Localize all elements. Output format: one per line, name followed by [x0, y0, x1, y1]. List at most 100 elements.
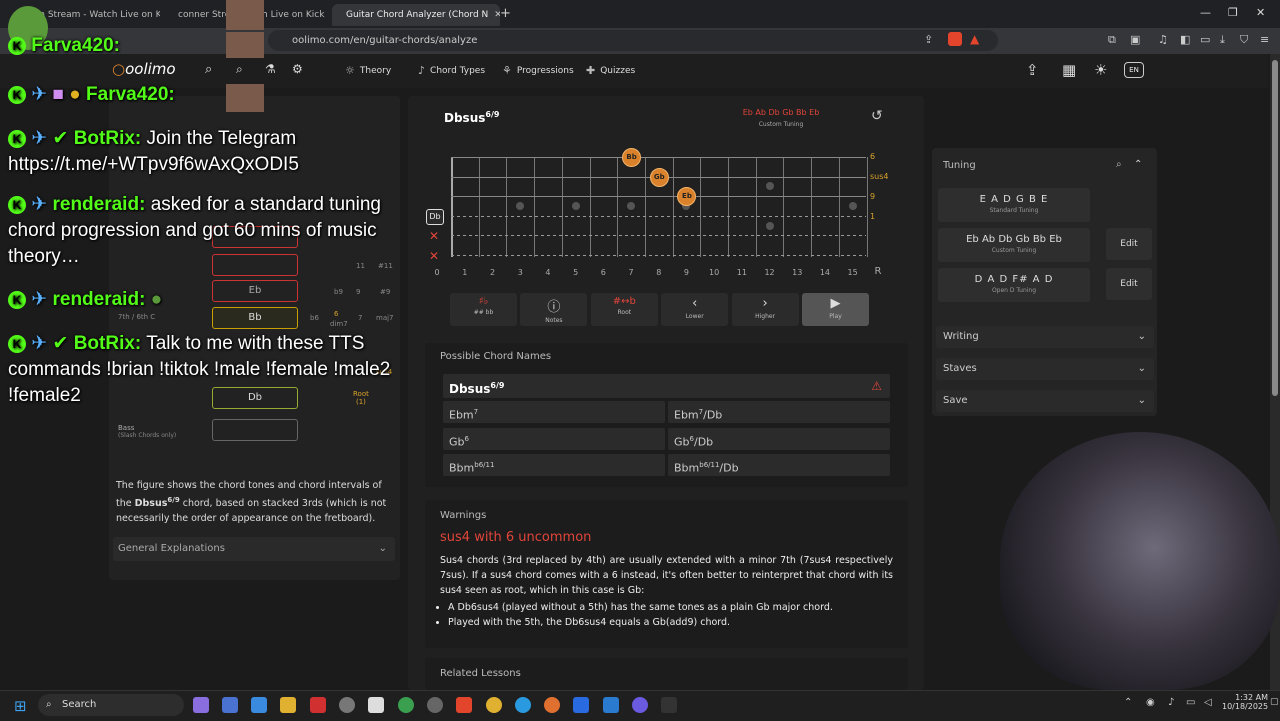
app-icon[interactable]: [573, 697, 589, 713]
nav-quizzes[interactable]: ✚ Quizzes: [586, 64, 635, 77]
app-icon[interactable]: [661, 697, 677, 713]
nav-theory[interactable]: ☼ Theory: [345, 64, 391, 77]
url-field[interactable]: oolimo.com/en/guitar-chords/analyze: [268, 30, 998, 51]
discord-icon[interactable]: [632, 697, 648, 713]
nav-chord-types[interactable]: ♪ Chord Types: [418, 64, 485, 77]
menu-icon[interactable]: ≡: [1260, 33, 1269, 46]
wallet-icon[interactable]: ▭: [1200, 33, 1210, 46]
edit-button[interactable]: Edit: [1106, 268, 1152, 300]
close-window-icon[interactable]: ✕: [1256, 6, 1265, 19]
fret-number: 10: [709, 268, 720, 277]
play-icon: ▶: [830, 296, 841, 311]
chord-name-base: Ebm: [674, 408, 699, 422]
app-icon[interactable]: [398, 697, 414, 713]
nav-progressions[interactable]: ⚘ Progressions: [502, 64, 574, 77]
sword-badge-icon: ✈: [31, 333, 48, 354]
extensions-icon[interactable]: ⧉: [1108, 33, 1116, 47]
general-explanations-toggle[interactable]: General Explanations ⌄: [113, 537, 395, 561]
upload-icon[interactable]: ⇪: [1026, 61, 1039, 79]
analyze-icon[interactable]: ⌕: [236, 62, 243, 77]
app-icon[interactable]: [193, 697, 209, 713]
tuning-option[interactable]: E A D G B E Standard Tuning: [938, 188, 1090, 222]
library-icon[interactable]: ▦: [1062, 61, 1076, 79]
brightness-icon[interactable]: ☀: [1094, 61, 1107, 79]
download-icon[interactable]: ⤓: [1220, 33, 1225, 47]
accordion-writing[interactable]: Writing ⌄: [936, 326, 1154, 348]
edge-icon[interactable]: [515, 697, 531, 713]
app-icon[interactable]: [310, 697, 326, 713]
toolbar-button-sharp-flat[interactable]: ♯♭ ## bb: [450, 293, 517, 326]
music-icon[interactable]: ♫: [1158, 33, 1168, 46]
tuning-option[interactable]: Eb Ab Db Gb Bb Eb Custom Tuning: [938, 228, 1090, 262]
brave-shield-icon[interactable]: [948, 32, 962, 46]
site-logo[interactable]: ○oolimo: [112, 60, 176, 78]
tuning-option[interactable]: D A D F# A D Open D Tuning: [938, 268, 1090, 302]
chord-name-option[interactable]: Gb6: [443, 427, 665, 450]
minimize-icon[interactable]: —: [1200, 6, 1211, 19]
chord-name-option[interactable]: Gb6/Db: [668, 427, 890, 450]
brave-rewards-icon[interactable]: ▲: [970, 32, 979, 46]
toolbar-button-root[interactable]: #↔b Root: [590, 293, 658, 326]
toolbar-button-play[interactable]: ▶ Play: [802, 293, 869, 326]
network-icon[interactable]: ▭: [1186, 697, 1195, 708]
share-icon[interactable]: ⇪: [924, 33, 933, 46]
folder-icon[interactable]: [280, 697, 296, 713]
vscode-icon[interactable]: [603, 697, 619, 713]
window-icon[interactable]: ▣: [1130, 33, 1140, 46]
mic-icon[interactable]: ♪: [1168, 697, 1174, 708]
browser-tab[interactable]: conner Stre: [172, 4, 230, 26]
browser-tab[interactable]: h Live on Kick: [262, 4, 328, 26]
muted-string-icon[interactable]: ✕: [429, 249, 439, 263]
open-string-marker[interactable]: Db: [426, 209, 444, 225]
clock[interactable]: 1:32 AM 10/18/2025: [1222, 693, 1268, 711]
language-button[interactable]: EN: [1124, 62, 1144, 78]
puzzle-icon: ✚: [586, 64, 596, 77]
maximize-icon[interactable]: ❐: [1228, 6, 1238, 19]
brave-icon[interactable]: [456, 697, 472, 713]
taskbar-search[interactable]: ⌕ Search: [38, 694, 184, 716]
fretboard-icon[interactable]: ⚙: [292, 62, 303, 76]
muted-string-icon[interactable]: ✕: [429, 229, 439, 243]
search-icon[interactable]: ⌕: [205, 62, 212, 77]
app-icon[interactable]: [222, 697, 238, 713]
browser-tab-active[interactable]: Guitar Chord Analyzer (Chord N ✕: [332, 4, 500, 26]
fretboard-note[interactable]: Gb: [649, 167, 669, 187]
sidebar-icon[interactable]: ◧: [1180, 33, 1190, 46]
chord-name-option[interactable]: Ebm7/Db: [668, 401, 890, 423]
reset-icon[interactable]: ↺: [871, 108, 883, 124]
new-tab-icon[interactable]: +: [500, 6, 511, 21]
fretboard-note[interactable]: Bb: [622, 148, 642, 167]
accordion-save[interactable]: Save ⌄: [936, 390, 1154, 412]
search-icon[interactable]: ⌕: [1116, 159, 1122, 170]
app-icon[interactable]: [427, 697, 443, 713]
vpn-icon[interactable]: ⛉: [1240, 33, 1248, 47]
toolbar-button-chevron-right[interactable]: › Higher: [731, 293, 799, 326]
firefox-icon[interactable]: [544, 697, 560, 713]
chevron-up-icon[interactable]: ⌃: [1134, 159, 1142, 170]
app-icon[interactable]: [251, 697, 267, 713]
chord-name-option[interactable]: Bbmb6/11/Db: [668, 454, 890, 476]
toolbar-button-label: Root: [617, 309, 632, 316]
chord-name-bass: /Db: [693, 435, 714, 449]
chrome-icon[interactable]: [486, 697, 502, 713]
toolbar-button-chevron-left[interactable]: ‹ Lower: [661, 293, 729, 326]
chord-name-option[interactable]: Ebm7: [443, 401, 665, 423]
chord-tone-slot[interactable]: Eb: [212, 280, 298, 302]
toolbar-button-info[interactable]: ⓘ Notes: [520, 293, 588, 326]
app-icon[interactable]: [339, 697, 355, 713]
notification-icon[interactable]: ▢: [1270, 697, 1279, 707]
volume-icon[interactable]: ◁: [1204, 697, 1212, 708]
chevron-down-icon: ⌄: [1137, 363, 1146, 374]
flask-icon[interactable]: ⚗: [265, 62, 276, 76]
scrollbar-thumb[interactable]: [1272, 60, 1278, 396]
app-icon[interactable]: [368, 697, 384, 713]
chord-name-main[interactable]: Dbsus6/9 ⚠: [443, 374, 890, 398]
tray-app-icon[interactable]: ◉: [1146, 697, 1155, 708]
edit-button[interactable]: Edit: [1106, 228, 1152, 260]
windows-start-icon[interactable]: ⊞: [14, 697, 27, 715]
chord-name-option[interactable]: Bbmb6/11: [443, 454, 665, 476]
chord-tone-slot[interactable]: Bb: [212, 307, 298, 329]
bass-slot[interactable]: [212, 419, 298, 441]
tray-chevron-icon[interactable]: ⌃: [1124, 697, 1132, 708]
accordion-staves[interactable]: Staves ⌄: [936, 358, 1154, 380]
